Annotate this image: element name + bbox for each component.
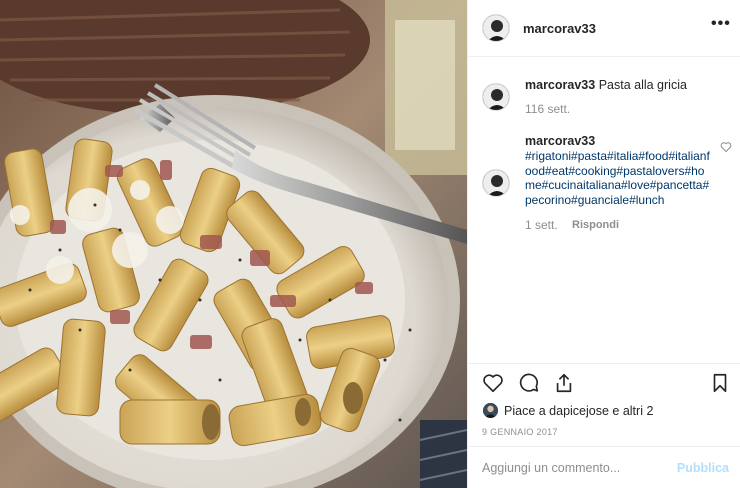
caption-username[interactable]: marcorav33 — [525, 78, 595, 92]
share-icon[interactable] — [553, 372, 575, 394]
comment-hashtags[interactable]: #rigatoni#pasta#italia#food#italianfood#… — [525, 149, 711, 207]
comment-icon[interactable] — [518, 372, 540, 394]
post-sidebar: marcorav33 ••• marcorav33 Pasta alla gri… — [467, 0, 740, 488]
user-avatar-icon — [483, 403, 498, 418]
add-comment-bar: Pubblica — [468, 446, 740, 488]
post-date[interactable]: 9 GENNAIO 2017 — [482, 427, 558, 437]
caption: marcorav33 Pasta alla gricia — [525, 77, 725, 93]
comments-list: marcorav33 Pasta alla gricia 116 sett. m… — [468, 57, 740, 363]
user-avatar-icon — [483, 170, 509, 196]
avatar[interactable] — [482, 14, 510, 42]
publish-button[interactable]: Pubblica — [677, 461, 729, 475]
comment-input[interactable] — [482, 458, 672, 478]
pasta-photo — [0, 0, 467, 488]
comment-time[interactable]: 1 sett. — [525, 218, 558, 232]
heart-outline-icon[interactable] — [720, 141, 732, 153]
post-header: marcorav33 ••• — [468, 0, 740, 57]
caption-text: Pasta alla gricia — [598, 78, 687, 92]
reply-button[interactable]: Rispondi — [572, 219, 619, 231]
comment-username[interactable]: marcorav33 — [525, 134, 595, 148]
avatar[interactable] — [482, 83, 510, 111]
header-username[interactable]: marcorav33 — [523, 21, 596, 36]
post-actions: Piace a dapicejose e altri 2 9 GENNAIO 2… — [468, 363, 740, 446]
heart-icon[interactable] — [482, 372, 504, 394]
avatar[interactable] — [482, 169, 510, 197]
liker-avatar[interactable] — [483, 403, 498, 418]
user-avatar-icon — [483, 15, 509, 41]
user-avatar-icon — [483, 84, 509, 110]
more-options-icon[interactable]: ••• — [711, 16, 730, 34]
bookmark-icon[interactable] — [709, 372, 731, 394]
caption-time[interactable]: 116 sett. — [525, 102, 570, 116]
post-photo[interactable] — [0, 0, 467, 488]
likes-text[interactable]: Piace a dapicejose e altri 2 — [504, 404, 653, 418]
